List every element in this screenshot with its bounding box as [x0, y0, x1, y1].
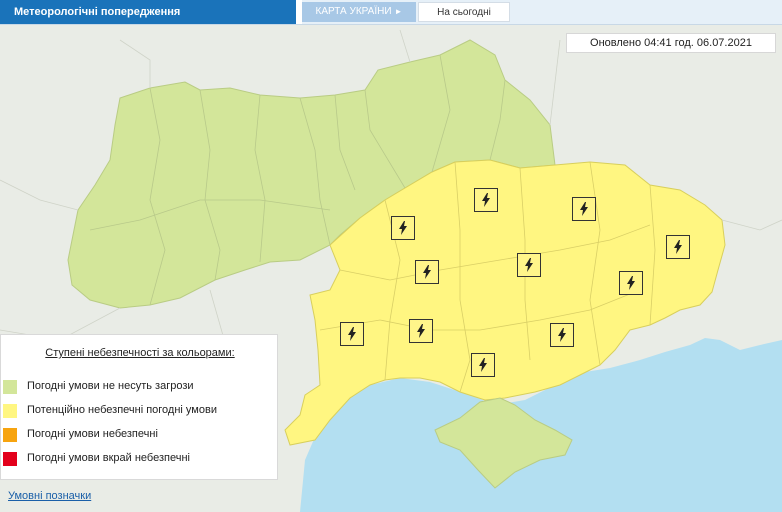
legend-label: Потенційно небезпечні погодні умови [27, 404, 217, 416]
legend-swatch [3, 380, 17, 394]
legend-item-dangerous: Погодні умови небезпечні [3, 427, 275, 443]
legend-item-caution: Потенційно небезпечні погодні умови [3, 403, 275, 419]
updated-timestamp: Оновлено 04:41 год. 06.07.2021 [566, 33, 776, 53]
legend-label: Погодні умови вкрай небезпечні [27, 452, 190, 464]
tab-today[interactable]: На сьогодні [418, 2, 510, 22]
lightning-icon[interactable] [572, 197, 596, 221]
lightning-icon[interactable] [474, 188, 498, 212]
lightning-icon[interactable] [471, 353, 495, 377]
legend-symbols-link[interactable]: Умовні позначки [8, 490, 91, 502]
legend-label: Погодні умови не несуть загрози [27, 380, 194, 392]
lightning-icon[interactable] [391, 216, 415, 240]
tab-ukraine-map[interactable]: КАРТА УКРАЇНИ ► [302, 2, 416, 22]
lightning-icon[interactable] [340, 322, 364, 346]
lightning-icon[interactable] [415, 260, 439, 284]
legend-item-extreme: Погодні умови вкрай небезпечні [3, 451, 275, 467]
lightning-icon[interactable] [517, 253, 541, 277]
legend-label: Погодні умови небезпечні [27, 428, 158, 440]
lightning-icon[interactable] [619, 271, 643, 295]
legend: Ступені небезпечності за кольорами: Пого… [0, 334, 278, 480]
legend-swatch [3, 452, 17, 466]
lightning-icon[interactable] [666, 235, 690, 259]
arrow-right-icon: ► [394, 7, 403, 16]
legend-title: Ступені небезпечності за кольорами: [45, 347, 235, 359]
legend-swatch [3, 428, 17, 442]
page-title: Метеорологічні попередження [0, 0, 298, 24]
tab-ukraine-map-label: КАРТА УКРАЇНИ [315, 6, 392, 17]
lightning-icon[interactable] [550, 323, 574, 347]
legend-swatch [3, 404, 17, 418]
lightning-icon[interactable] [409, 319, 433, 343]
legend-item-safe: Погодні умови не несуть загрози [3, 379, 275, 395]
tab-bar: Метеорологічні попередження КАРТА УКРАЇН… [0, 0, 782, 25]
